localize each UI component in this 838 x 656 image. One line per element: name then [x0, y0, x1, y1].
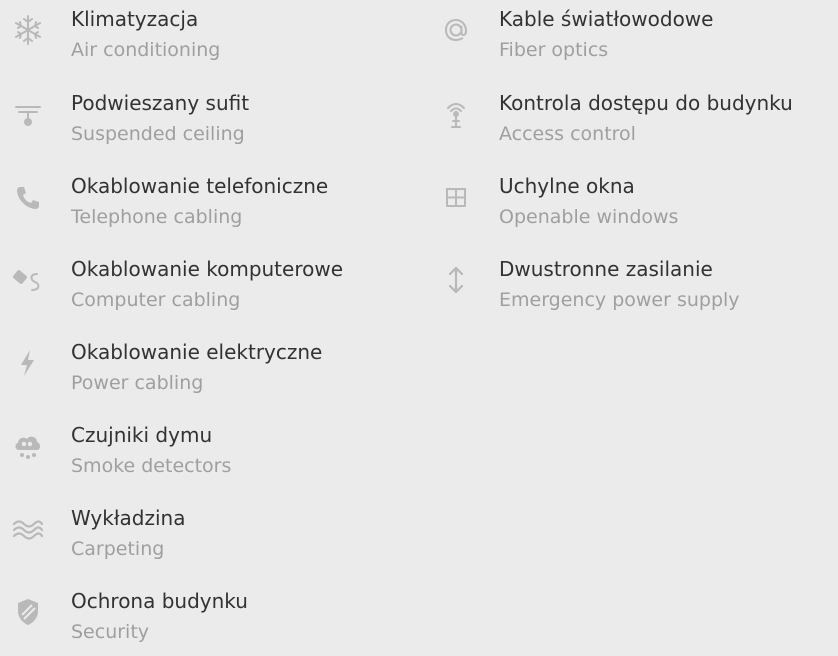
amenity-air-conditioning: Klimatyzacja Air conditioning: [10, 4, 390, 74]
amenity-text: Podwieszany sufit Suspended ceiling: [71, 88, 431, 148]
amenity-title-pl: Ochrona budynku: [71, 589, 248, 613]
amenity-smoke-detectors: Czujniki dymu Smoke detectors: [10, 420, 390, 490]
phone-icon: [10, 179, 46, 215]
snowflake-icon: [10, 12, 46, 48]
smoke-icon: [10, 428, 46, 464]
amenity-title-pl: Wykładzina: [71, 506, 186, 530]
amenity-title-en: Openable windows: [499, 206, 679, 228]
updown-arrow-icon: [438, 262, 474, 298]
amenity-title-pl: Czujniki dymu: [71, 423, 213, 447]
lightning-icon: [10, 345, 46, 381]
amenity-text: Kontrola dostępu do budynku Access contr…: [499, 88, 838, 148]
amenity-title-en: Access control: [499, 123, 636, 145]
amenity-title-pl: Okablowanie komputerowe: [71, 257, 344, 281]
window-icon: [438, 179, 474, 215]
amenity-title-en: Suspended ceiling: [71, 123, 245, 145]
amenity-text: Wykładzina Carpeting: [71, 503, 431, 563]
amenity-text: Okablowanie elektryczne Power cabling: [71, 337, 431, 397]
amenity-title-pl: Podwieszany sufit: [71, 91, 250, 115]
amenity-power-cabling: Okablowanie elektryczne Power cabling: [10, 337, 390, 407]
amenity-title-en: Fiber optics: [499, 39, 609, 61]
amenity-fiber-optics: Kable światłowodowe Fiber optics: [438, 4, 818, 74]
amenity-carpeting: Wykładzina Carpeting: [10, 503, 390, 573]
amenity-openable-windows: Uchylne okna Openable windows: [438, 171, 818, 241]
amenity-title-pl: Dwustronne zasilanie: [499, 257, 713, 281]
amenity-emergency-power: Dwustronne zasilanie Emergency power sup…: [438, 254, 818, 324]
shield-icon: [10, 594, 46, 630]
cable-icon: [10, 262, 46, 298]
amenity-title-en: Carpeting: [71, 538, 165, 560]
amenity-telephone-cabling: Okablowanie telefoniczne Telephone cabli…: [10, 171, 390, 241]
amenity-title-en: Telephone cabling: [71, 206, 243, 228]
amenities-grid: Klimatyzacja Air conditioning Podwieszan…: [0, 0, 838, 643]
amenity-text: Uchylne okna Openable windows: [499, 171, 838, 231]
amenity-text: Okablowanie komputerowe Computer cabling: [71, 254, 431, 314]
amenity-text: Kable światłowodowe Fiber optics: [499, 4, 838, 64]
amenity-text: Klimatyzacja Air conditioning: [71, 4, 431, 64]
amenity-title-pl: Okablowanie telefoniczne: [71, 174, 329, 198]
amenity-title-pl: Kontrola dostępu do budynku: [499, 91, 793, 115]
amenity-title-en: Power cabling: [71, 372, 204, 394]
amenity-suspended-ceiling: Podwieszany sufit Suspended ceiling: [10, 88, 390, 158]
amenity-title-pl: Uchylne okna: [499, 174, 635, 198]
amenity-text: Okablowanie telefoniczne Telephone cabli…: [71, 171, 431, 231]
amenity-title-pl: Okablowanie elektryczne: [71, 340, 323, 364]
ceiling-icon: [10, 96, 46, 132]
waves-icon: [10, 511, 46, 547]
amenity-text: Czujniki dymu Smoke detectors: [71, 420, 431, 480]
at-icon: [438, 12, 474, 48]
amenity-title-en: Smoke detectors: [71, 455, 232, 477]
amenity-title-en: Emergency power supply: [499, 289, 740, 311]
amenity-title-en: Air conditioning: [71, 39, 221, 61]
amenity-text: Ochrona budynku Security: [71, 586, 431, 646]
amenity-title-en: Computer cabling: [71, 289, 241, 311]
antenna-icon: [438, 96, 474, 132]
amenity-title-en: Security: [71, 621, 150, 643]
amenity-title-pl: Kable światłowodowe: [499, 7, 714, 31]
amenity-computer-cabling: Okablowanie komputerowe Computer cabling: [10, 254, 390, 324]
amenity-text: Dwustronne zasilanie Emergency power sup…: [499, 254, 838, 314]
amenity-access-control: Kontrola dostępu do budynku Access contr…: [438, 88, 818, 158]
amenity-title-pl: Klimatyzacja: [71, 7, 199, 31]
amenity-security: Ochrona budynku Security: [10, 586, 390, 656]
